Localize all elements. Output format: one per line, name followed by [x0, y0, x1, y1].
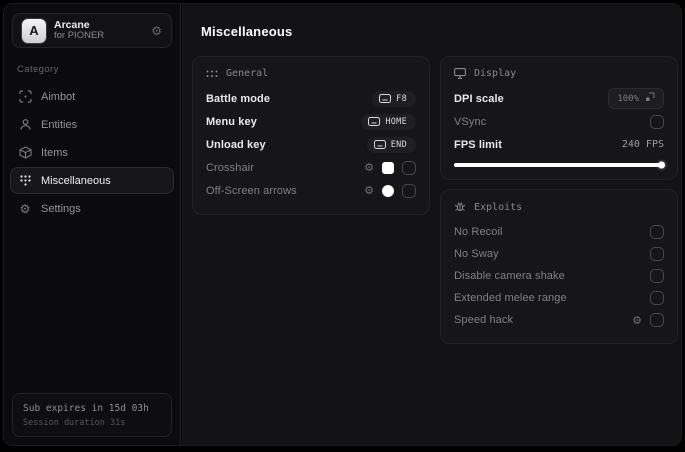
sidebar-item-label: Items	[41, 146, 68, 159]
gear-icon: ⚙	[19, 201, 31, 216]
setting-row-disable-camera-shake: Disable camera shake	[454, 265, 664, 287]
setting-row-crosshair: Crosshair ⚙	[206, 156, 416, 179]
sidebar-item-settings[interactable]: ⚙ Settings	[10, 195, 174, 222]
fps-limit-slider[interactable]	[454, 161, 665, 169]
setting-row-unload-key: Unload key END	[206, 133, 416, 156]
keybind-button-unload-key[interactable]: END	[366, 136, 416, 153]
extended-melee-range-checkbox[interactable]	[650, 291, 664, 305]
grid-dots-icon	[206, 70, 218, 78]
entities-icon	[18, 118, 32, 131]
crosshair-checkbox[interactable]	[402, 160, 416, 175]
general-card: General Battle mode F8 Menu key HOME Unl…	[192, 56, 430, 215]
sidebar-item-aimbot[interactable]: Aimbot	[10, 83, 174, 110]
setting-label: Disable camera shake	[454, 270, 565, 282]
setting-label: Off-Screen arrows	[206, 184, 297, 197]
no-sway-checkbox[interactable]	[650, 247, 664, 261]
setting-row-speed-hack: Speed hack ⚙	[454, 309, 664, 331]
page-title: Miscellaneous	[201, 24, 293, 39]
sidebar-item-entities[interactable]: Entities	[10, 111, 174, 138]
keyboard-icon	[373, 140, 386, 149]
offscreen-arrows-gear-icon[interactable]: ⚙	[364, 184, 374, 197]
exploits-card-title: Exploits	[474, 201, 523, 213]
setting-label: Speed hack	[454, 314, 514, 326]
speed-hack-gear-icon[interactable]: ⚙	[632, 314, 642, 327]
crosshair-scan-icon	[18, 90, 32, 103]
crosshair-gear-icon[interactable]: ⚙	[364, 161, 374, 174]
keyboard-icon	[368, 117, 381, 126]
bug-icon	[454, 201, 466, 213]
slider-knob[interactable]	[658, 161, 665, 169]
app-window: A Arcane for PIONER ⚙ Category Aimbot En…	[3, 3, 682, 446]
setting-row-no-recoil: No Recoil	[454, 221, 664, 243]
setting-label: Extended melee range	[454, 292, 567, 304]
setting-row-extended-melee-range: Extended melee range	[454, 287, 664, 309]
offscreen-arrows-color-swatch[interactable]	[382, 184, 394, 197]
setting-label: Unload key	[206, 138, 266, 151]
keyboard-icon	[379, 94, 392, 103]
header-settings-icon[interactable]: ⚙	[151, 24, 162, 38]
sidebar-item-label: Entities	[41, 118, 78, 131]
grid-dots-icon	[18, 174, 32, 187]
general-card-title: General	[226, 68, 269, 79]
setting-label: VSync	[454, 115, 487, 128]
setting-label: Menu key	[206, 115, 257, 128]
session-duration-text: Session duration 31s	[23, 418, 126, 428]
sub-expiry-text: Sub expires in 15d 03h	[23, 403, 149, 414]
app-header-card: A Arcane for PIONER ⚙	[12, 13, 172, 48]
app-subtitle: for PIONER	[54, 30, 105, 42]
setting-row-vsync: VSync	[454, 110, 664, 133]
sidebar: A Arcane for PIONER ⚙ Category Aimbot En…	[4, 4, 181, 445]
offscreen-arrows-checkbox[interactable]	[402, 183, 416, 198]
vsync-checkbox[interactable]	[650, 114, 664, 129]
sidebar-nav: Aimbot Entities Items Miscellaneous ⚙ Se…	[4, 83, 180, 223]
keybind-button-battle-mode[interactable]: F8	[372, 90, 416, 107]
monitor-icon	[454, 68, 466, 79]
setting-row-fps-limit: FPS limit 240 FPS	[454, 133, 664, 156]
setting-row-menu-key: Menu key HOME	[206, 110, 416, 133]
setting-row-dpi-scale: DPI scale 100%	[454, 87, 664, 110]
sidebar-item-label: Aimbot	[41, 90, 76, 103]
setting-row-offscreen-arrows: Off-Screen arrows ⚙	[206, 179, 416, 202]
sidebar-item-label: Settings	[41, 202, 81, 215]
display-card: Display DPI scale 100% VSync FPS limit 2…	[440, 56, 678, 180]
app-logo: A	[22, 18, 46, 43]
setting-row-battle-mode: Battle mode F8	[206, 87, 416, 110]
sidebar-item-label: Miscellaneous	[41, 174, 111, 187]
setting-label: DPI scale	[454, 92, 504, 105]
subscription-status-card: Sub expires in 15d 03h Session duration …	[12, 393, 172, 437]
display-card-title: Display	[474, 68, 517, 79]
main-panel: Miscellaneous General Battle mode F8 Men…	[182, 4, 681, 445]
keybind-button-menu-key[interactable]: HOME	[361, 113, 416, 130]
crosshair-color-swatch[interactable]	[382, 161, 394, 174]
exploits-card: Exploits No Recoil No Sway Disable camer…	[440, 189, 678, 344]
speed-hack-checkbox[interactable]	[650, 313, 664, 327]
sidebar-item-items[interactable]: Items	[10, 139, 174, 166]
no-recoil-checkbox[interactable]	[650, 225, 664, 239]
setting-label: No Recoil	[454, 226, 503, 238]
setting-label: Crosshair	[206, 161, 254, 174]
disable-camera-shake-checkbox[interactable]	[650, 269, 664, 283]
setting-label: FPS limit	[454, 138, 502, 151]
setting-label: Battle mode	[206, 92, 271, 105]
sidebar-item-miscellaneous[interactable]: Miscellaneous	[10, 167, 174, 194]
category-label: Category	[17, 64, 59, 75]
scale-icon	[645, 92, 655, 105]
package-icon	[18, 146, 32, 159]
setting-label: No Sway	[454, 248, 499, 260]
dpi-scale-input[interactable]: 100%	[608, 88, 664, 109]
setting-row-no-sway: No Sway	[454, 243, 664, 265]
fps-limit-value: 240 FPS	[621, 139, 664, 150]
